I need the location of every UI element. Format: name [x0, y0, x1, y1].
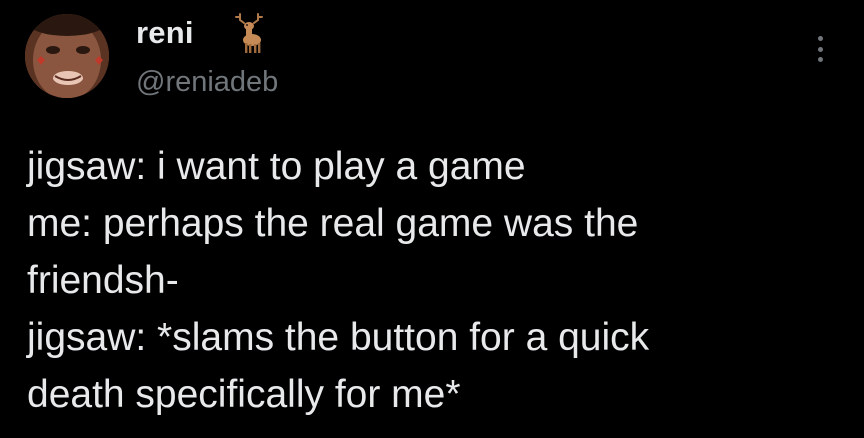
deer-emoji-icon — [235, 13, 263, 53]
user-handle[interactable]: @reniadeb — [136, 64, 278, 100]
tweet-line: death specifically for me* — [27, 373, 461, 416]
more-options-icon[interactable] — [808, 32, 832, 66]
user-name[interactable]: reni — [136, 14, 194, 52]
tweet-card: reni @reniadeb jigsaw: i want to play a … — [0, 0, 864, 438]
more-dot-icon — [817, 46, 823, 52]
tweet-line: jigsaw: *slams the button for a quick — [27, 316, 650, 359]
avatar-image — [25, 14, 109, 98]
more-dot-icon — [817, 36, 823, 41]
more-dot-icon — [817, 57, 823, 62]
tweet-line: friendsh- — [27, 259, 179, 302]
tweet-text: jigsaw: i want to play a game me: perhap… — [27, 138, 847, 423]
avatar[interactable] — [25, 14, 109, 98]
tweet-line: jigsaw: i want to play a game — [27, 145, 526, 188]
tweet-line: me: perhaps the real game was the — [27, 202, 639, 245]
